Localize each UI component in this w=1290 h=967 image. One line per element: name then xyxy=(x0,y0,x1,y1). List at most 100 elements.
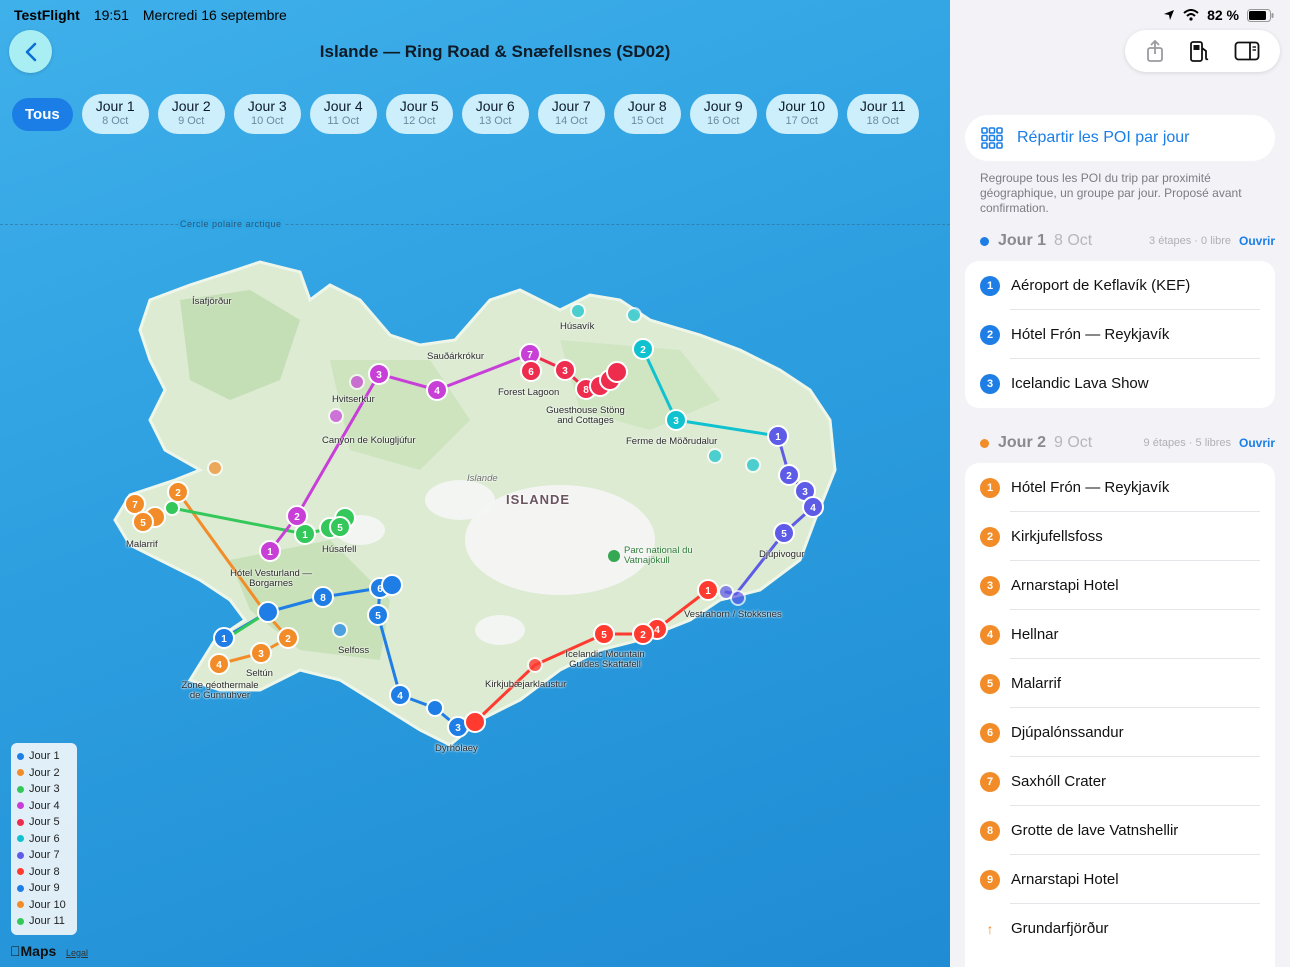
tab-day-date: 12 Oct xyxy=(403,115,436,127)
tab-day-date: 9 Oct xyxy=(178,115,205,127)
svg-text:1: 1 xyxy=(302,530,308,541)
place-label: Islande xyxy=(467,473,498,484)
place-label: Ferme de Möðrudalur xyxy=(626,436,718,447)
day-header-2: Jour 2 9 Oct 9 étapes · 5 libres Ouvrir xyxy=(980,434,1275,452)
tab-day-label: Jour 1 xyxy=(95,98,135,114)
apple-maps-logo: Maps xyxy=(10,943,56,959)
svg-text:6: 6 xyxy=(528,367,534,378)
day2-poi-list: 1 Hótel Frón — Reykjavík 2 Kirkjufellsfoss 3… xyxy=(965,463,1275,967)
tab-day-8[interactable]: Jour 8 15 Oct xyxy=(613,94,681,134)
tab-day-2[interactable]: Jour 29 Oct xyxy=(157,94,225,134)
tab-day-label: Jour 2 xyxy=(171,98,211,114)
svg-text:3: 3 xyxy=(258,649,264,660)
poi-row[interactable]: 3 Icelandic Lava Show xyxy=(965,359,1275,408)
open-day-button[interactable]: Ouvrir xyxy=(1239,234,1275,248)
tab-day-9[interactable]: Jour 9 16 Oct xyxy=(689,94,757,134)
poi-order-badge: 3 xyxy=(980,575,1000,596)
sidebar-toggle-icon xyxy=(1234,41,1260,61)
svg-text:1: 1 xyxy=(221,634,227,645)
sidebar-toolbar xyxy=(1125,30,1280,72)
legend-label: Jour 9 xyxy=(29,882,60,895)
share-button[interactable] xyxy=(1145,39,1165,63)
svg-text:4: 4 xyxy=(810,503,816,514)
poi-row[interactable]: 1 Hótel Frón — Reykjavík xyxy=(965,463,1275,512)
day-date: 8 Oct xyxy=(1054,232,1093,249)
place-label: Seltún xyxy=(246,668,273,679)
poi-order-badge: 5 xyxy=(980,673,1000,694)
day-color-dot xyxy=(980,438,989,448)
svg-text:7: 7 xyxy=(132,500,138,511)
wifi-icon xyxy=(1183,9,1199,21)
poi-name: Malarrif xyxy=(1011,675,1062,692)
legend-color-dot xyxy=(17,868,24,876)
tab-day-date: 11 Oct xyxy=(327,115,360,127)
place-label: Icelandic Mountain Guides Skaftafell xyxy=(565,649,645,670)
day1-poi-list: 1 Aéroport de Keflavík (KEF) 2 Hótel Frón —… xyxy=(965,261,1275,408)
free-poi-row[interactable]: ↑ Grundarfjörður xyxy=(965,904,1275,953)
poi-order-badge: 1 xyxy=(980,275,1000,296)
tab-day-7[interactable]: Jour 7 14 Oct xyxy=(537,94,605,134)
tab-day-3[interactable]: Jour 3 10 Oct xyxy=(233,94,301,134)
legend-item: Jour 1 xyxy=(17,748,71,765)
day-date: 9 Oct xyxy=(1054,434,1093,451)
legend-item: Jour 7 xyxy=(17,847,71,864)
toggle-sidebar-button[interactable] xyxy=(1234,41,1260,61)
legend-item: Jour 11 xyxy=(17,913,71,930)
legend-color-dot xyxy=(17,752,24,760)
map-view[interactable]: 186 543 275 234 15 123 47 638 23 123 45 … xyxy=(0,0,950,967)
place-label: Húsafell xyxy=(322,544,357,555)
back-button[interactable] xyxy=(9,30,52,73)
poi-row[interactable]: 7 Saxhóll Crater xyxy=(965,757,1275,806)
back-to-app-label[interactable]: TestFlight xyxy=(14,7,80,23)
poi-row[interactable]: 5 Malarrif xyxy=(965,659,1275,708)
svg-text:5: 5 xyxy=(781,529,787,540)
distribute-description: Regroupe tous les POI du trip par proxim… xyxy=(980,171,1242,215)
legend-item: Jour 10 xyxy=(17,897,71,914)
tab-all[interactable]: Tous xyxy=(12,97,73,131)
poi-order-badge: 6 xyxy=(980,722,1000,743)
svg-text:2: 2 xyxy=(640,630,646,641)
poi-row[interactable]: 2 Kirkjufellsfoss xyxy=(965,512,1275,561)
poi-order-badge: 4 xyxy=(980,624,1000,645)
place-label: Parc national du Vatnajökull xyxy=(624,545,693,566)
poi-row[interactable]: 4 Hellnar xyxy=(965,610,1275,659)
legend-item: Jour 3 xyxy=(17,781,71,798)
poi-name: Djúpalónssandur xyxy=(1011,724,1124,741)
legend-label: Jour 1 xyxy=(29,750,60,763)
legal-link[interactable]: Legal xyxy=(66,948,88,958)
tab-day-1[interactable]: Jour 18 Oct xyxy=(81,94,149,134)
poi-order-badge: 9 xyxy=(980,869,1000,890)
poi-row[interactable]: 9 Arnarstapi Hotel xyxy=(965,855,1275,904)
place-label: Ísafjörður xyxy=(192,296,232,307)
tab-day-4[interactable]: Jour 4 11 Oct xyxy=(309,94,377,134)
day-meta: 3 étapes · 0 libre xyxy=(1149,235,1231,247)
legend-item: Jour 8 xyxy=(17,864,71,881)
poi-row[interactable]: 1 Aéroport de Keflavík (KEF) xyxy=(965,261,1275,310)
legend-label: Jour 6 xyxy=(29,832,60,845)
open-day-button[interactable]: Ouvrir xyxy=(1239,436,1275,450)
svg-text:5: 5 xyxy=(140,518,146,529)
place-label: Zone géothermale de Gunnuhver xyxy=(181,680,259,701)
poi-row[interactable]: 6 Djúpalónssandur xyxy=(965,708,1275,757)
legend-label: Jour 7 xyxy=(29,849,60,862)
poi-name: Hótel Frón — Reykjavík xyxy=(1011,479,1170,496)
svg-text:3: 3 xyxy=(802,487,808,498)
place-label: Djúpivogur xyxy=(759,549,805,560)
poi-order-badge: 2 xyxy=(980,526,1000,547)
fuel-button[interactable] xyxy=(1188,39,1210,63)
status-date: Mercredi 16 septembre xyxy=(142,7,287,23)
tab-day-11[interactable]: Jour 11 18 Oct xyxy=(846,94,919,134)
distribute-poi-button[interactable]: Répartir les POI par jour xyxy=(965,115,1275,161)
map-legend: Jour 1 Jour 2 Jour 3 Jour 4 Jour 5 Jour 6 Jour… xyxy=(11,743,77,935)
poi-row[interactable]: 3 Arnarstapi Hotel xyxy=(965,561,1275,610)
tab-day-10[interactable]: Jour 10 17 Oct xyxy=(765,94,838,134)
tab-day-6[interactable]: Jour 6 13 Oct xyxy=(461,94,529,134)
tab-day-5[interactable]: Jour 5 12 Oct xyxy=(385,94,453,134)
svg-text:7: 7 xyxy=(527,350,533,361)
poi-row[interactable]: 8 Grotte de lave Vatnshellir xyxy=(965,806,1275,855)
poi-row[interactable]: 2 Hótel Frón — Reykjavík xyxy=(965,310,1275,359)
svg-text:3: 3 xyxy=(673,416,679,427)
legend-label: Jour 10 xyxy=(29,898,66,911)
day-header-1: Jour 1 8 Oct 3 étapes · 0 libre Ouvrir xyxy=(980,232,1275,250)
fuel-pump-icon xyxy=(1190,41,1209,62)
